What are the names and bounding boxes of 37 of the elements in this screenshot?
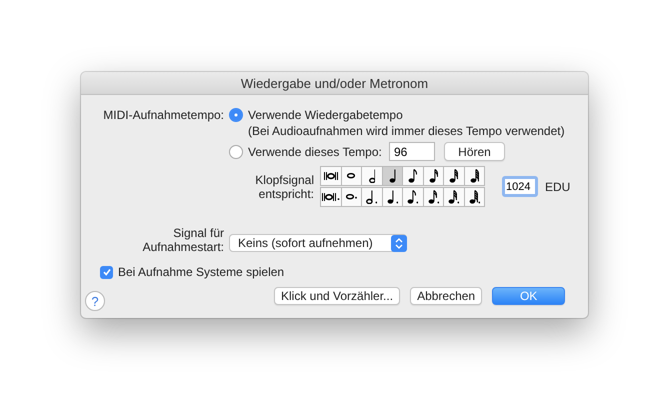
note-button[interactable] — [382, 187, 403, 207]
dialog-button[interactable]: Abbrechen — [410, 287, 482, 305]
hint-text: (Bei Audioaufnahmen wird immer dieses Tempo verwendet) — [247, 124, 566, 138]
option-label: Verwende dieses Tempo: — [248, 144, 383, 158]
signal-dropdown[interactable]: Keins (sofort aufnehmen) — [229, 234, 407, 252]
help-button[interactable]: ? — [85, 291, 105, 311]
note-button[interactable] — [320, 187, 342, 207]
note-button[interactable] — [402, 187, 424, 207]
field-label: MIDI-Aufnahmetempo: — [102, 108, 225, 122]
note-button[interactable] — [361, 187, 382, 207]
note-button[interactable] — [320, 166, 342, 186]
unit-label: EDU — [545, 180, 570, 194]
field-label: Signal für — [173, 226, 224, 240]
radio-button[interactable] — [229, 144, 243, 158]
note-button[interactable] — [443, 166, 464, 186]
note-button[interactable] — [402, 166, 424, 186]
note-button[interactable] — [443, 187, 464, 207]
note-button[interactable] — [464, 166, 485, 186]
stepper-icon — [391, 234, 407, 252]
tempo-field[interactable]: 96 — [389, 142, 435, 161]
note-button[interactable] — [361, 166, 382, 186]
note-button[interactable] — [340, 166, 362, 186]
radio-button[interactable] — [229, 108, 243, 122]
field-label: entspricht: — [258, 186, 314, 200]
note-button[interactable] — [464, 187, 485, 207]
field-label: Aufnahmestart: — [142, 240, 224, 254]
note-button[interactable] — [422, 187, 444, 207]
edu-field[interactable]: 1024 — [502, 176, 538, 197]
window-title: Wiedergabe und/oder Metronom — [240, 76, 428, 90]
note-button[interactable] — [382, 166, 403, 186]
note-button[interactable] — [422, 166, 444, 186]
listen-button[interactable]: Hören — [444, 142, 505, 161]
field-label: Klopfsignal — [255, 172, 314, 186]
dialog-button[interactable]: Klick und Vorzähler... — [274, 287, 400, 305]
note-button[interactable] — [340, 187, 362, 207]
checkbox-label: Bei Aufnahme Systeme spielen — [118, 265, 284, 279]
checkbox[interactable] — [100, 266, 113, 278]
